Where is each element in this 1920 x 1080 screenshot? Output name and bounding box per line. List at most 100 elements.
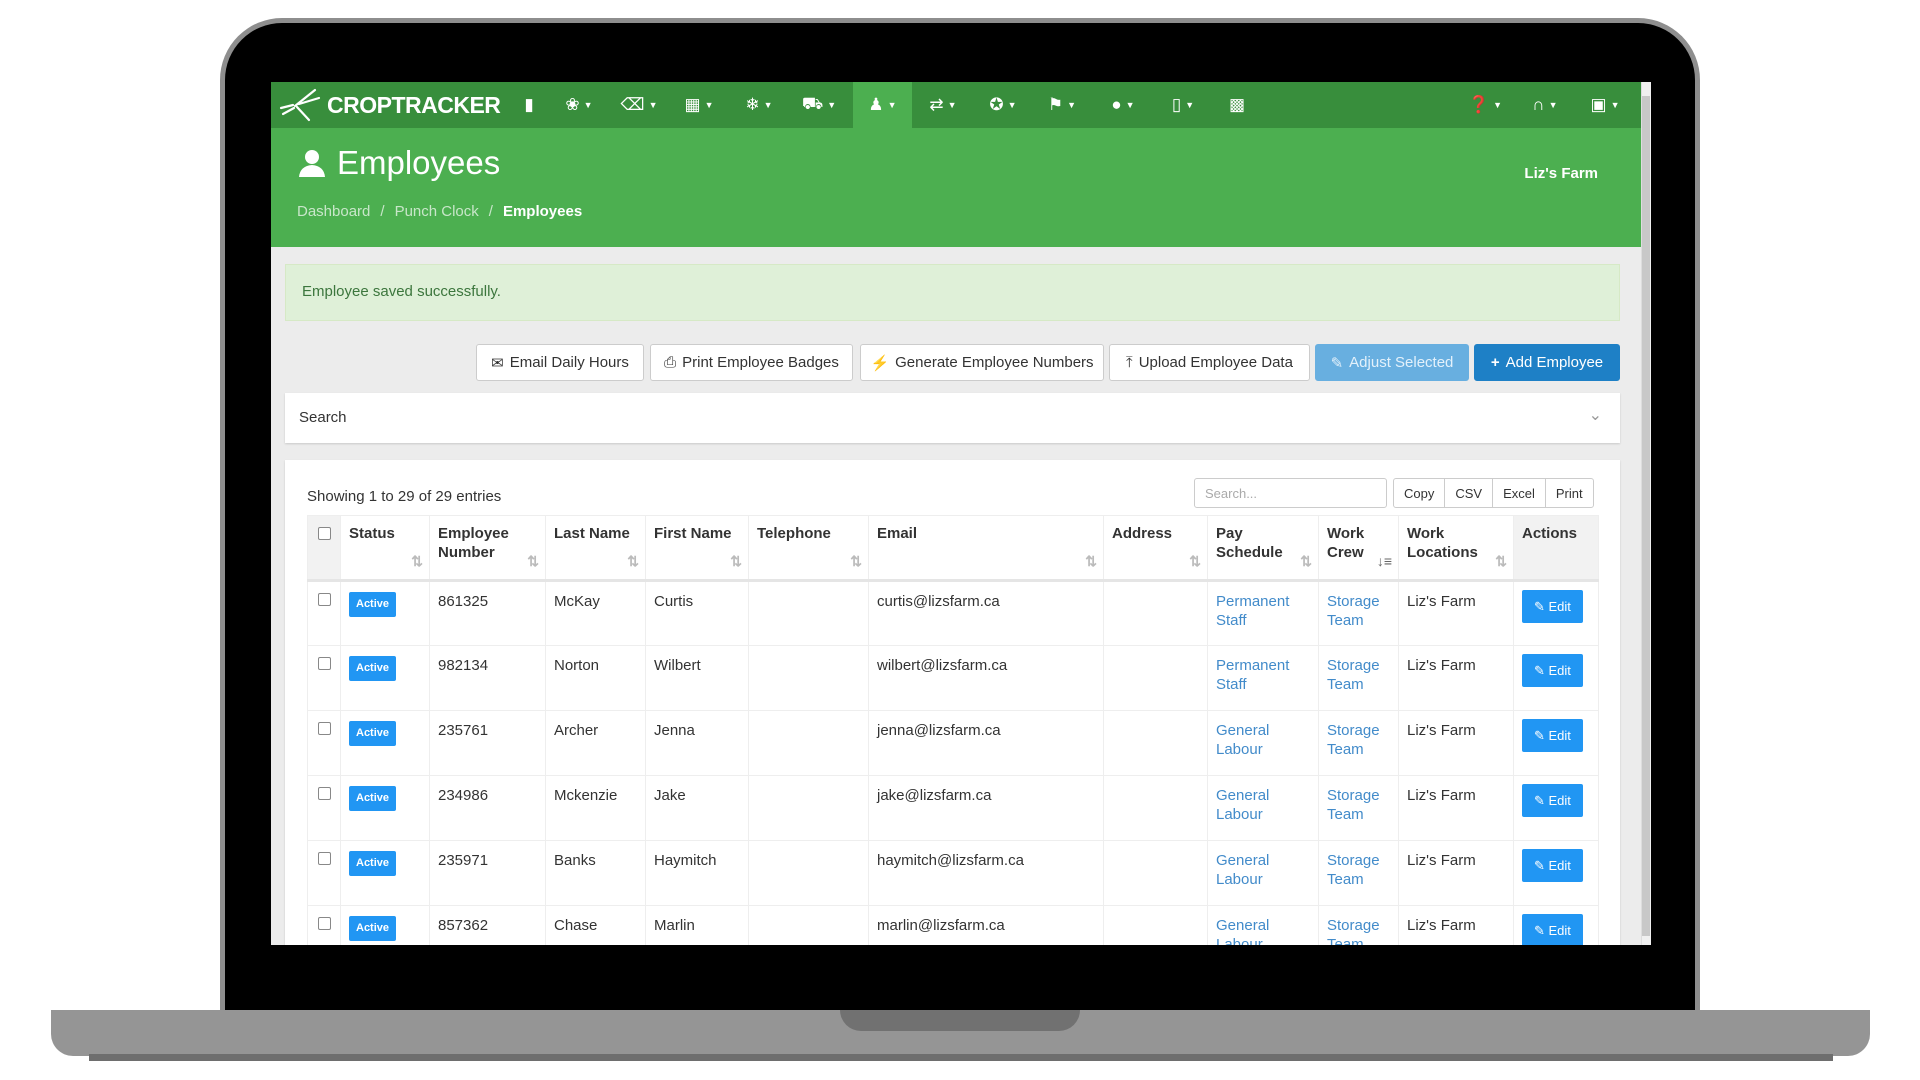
edit-button[interactable]: ✎ Edit: [1522, 849, 1583, 882]
sort-icon[interactable]: ⇅: [1300, 552, 1312, 571]
pay-schedule-link[interactable]: General Labour: [1216, 722, 1269, 758]
status-cell: Active: [340, 710, 430, 776]
row-checkbox[interactable]: [317, 917, 331, 930]
caret-down-icon: ▼: [648, 100, 658, 110]
address-cell: [1103, 645, 1208, 711]
sort-icon[interactable]: ⇅: [730, 552, 742, 571]
column-header-label: First Name: [654, 525, 732, 542]
column-header-work-locations[interactable]: Work Locations ⇅: [1398, 515, 1514, 582]
nav-truck[interactable]: ⛟ ▼: [797, 82, 841, 128]
sort-icon[interactable]: ↓≡: [1377, 552, 1392, 571]
adjust-selected-button[interactable]: ✎ Adjust Selected: [1315, 344, 1469, 381]
email-cell: jake@lizsfarm.ca: [868, 775, 1104, 841]
chevron-down-icon[interactable]: ⌄: [1589, 405, 1602, 425]
nav-support[interactable]: ∩ ▼: [1525, 82, 1565, 128]
edit-button[interactable]: ✎ Edit: [1522, 590, 1583, 623]
row-checkbox[interactable]: [317, 787, 331, 800]
caret-down-icon: ▼: [947, 100, 957, 110]
upload-employee-data-button[interactable]: ⤒ Upload Employee Data: [1109, 344, 1310, 381]
nav-award[interactable]: ✪ ▼: [983, 82, 1023, 128]
column-header-telephone[interactable]: Telephone ⇅: [748, 515, 869, 582]
nav-reports[interactable]: ▩: [1227, 82, 1247, 128]
print-employee-badges-button[interactable]: ⎙ Print Employee Badges: [650, 344, 853, 381]
nav-exchange[interactable]: ⇄ ▼: [923, 82, 963, 128]
column-header-address[interactable]: Address ⇅: [1103, 515, 1208, 582]
add-employee-button[interactable]: + Add Employee: [1474, 344, 1620, 381]
nav-user[interactable]: ♟ ▼: [853, 82, 912, 128]
pay-schedule-link[interactable]: Permanent Staff: [1216, 593, 1289, 629]
work-crew-link[interactable]: Storage Team: [1327, 722, 1380, 758]
row-checkbox[interactable]: [317, 657, 331, 670]
nav-flag[interactable]: ⚑ ▼: [1042, 82, 1082, 128]
nav-leaf[interactable]: ❀ ▼: [559, 82, 599, 128]
page-header: Employees Dashboard / Punch Clock / Employ…: [271, 128, 1641, 247]
nav-help[interactable]: ❓ ▼: [1465, 82, 1505, 128]
generate-employee-numbers-button[interactable]: ⚡ Generate Employee Numbers: [860, 344, 1104, 381]
work-crew-link[interactable]: Storage Team: [1327, 852, 1380, 888]
column-header-actions: Actions: [1513, 515, 1599, 582]
breadcrumb-punch-clock[interactable]: Punch Clock: [395, 203, 479, 220]
edit-icon: ✎: [1534, 793, 1549, 808]
pay-schedule-link[interactable]: General Labour: [1216, 852, 1269, 888]
nav-tree[interactable]: ● ▼: [1103, 82, 1143, 128]
sort-icon[interactable]: ⇅: [1189, 552, 1201, 571]
nav-building[interactable]: ▦ ▼: [679, 82, 719, 128]
column-header-first-name[interactable]: First Name ⇅: [645, 515, 749, 582]
column-header-label: Last Name: [554, 525, 630, 542]
row-checkbox[interactable]: [317, 852, 331, 865]
column-header-work-crew[interactable]: Work Crew ↓≡: [1318, 515, 1399, 582]
dragonfly-icon: [279, 88, 321, 122]
edit-button[interactable]: ✎ Edit: [1522, 719, 1583, 752]
pay-schedule-link[interactable]: Permanent Staff: [1216, 657, 1289, 693]
sort-icon[interactable]: ⇅: [527, 552, 539, 571]
first-name-cell: Jenna: [645, 710, 749, 776]
column-header-email[interactable]: Email ⇅: [868, 515, 1104, 582]
edit-button[interactable]: ✎ Edit: [1522, 914, 1583, 945]
actions-cell: ✎ Edit: [1513, 840, 1599, 906]
work-crew-link[interactable]: Storage Team: [1327, 657, 1380, 693]
page-scrollbar[interactable]: [1641, 82, 1651, 945]
work-crew-link[interactable]: Storage Team: [1327, 917, 1380, 945]
select-all-checkbox[interactable]: [317, 527, 331, 540]
headset-icon: ∩: [1532, 95, 1545, 114]
row-checkbox[interactable]: [317, 593, 331, 606]
breadcrumb-dashboard[interactable]: Dashboard: [297, 203, 370, 220]
sort-icon[interactable]: ⇅: [627, 552, 639, 571]
page-title: Employees: [297, 144, 500, 182]
nav-business[interactable]: ▣ ▼: [1585, 82, 1625, 128]
nav-mobile[interactable]: ▯ ▼: [1163, 82, 1203, 128]
column-header-status[interactable]: Status ⇅: [340, 515, 430, 582]
pay-schedule-link[interactable]: General Labour: [1216, 917, 1269, 945]
first-name-cell: Curtis: [645, 580, 749, 646]
column-header-pay-schedule[interactable]: Pay Schedule ⇅: [1207, 515, 1319, 582]
nav-bookmark[interactable]: ▮: [519, 82, 539, 128]
table-search-input[interactable]: [1194, 478, 1387, 508]
sort-icon[interactable]: ⇅: [411, 552, 423, 571]
nav-snowflake[interactable]: ❄ ▼: [739, 82, 779, 128]
copy-button[interactable]: Copy: [1394, 479, 1444, 507]
brand-logo[interactable]: CROPTRACKER: [279, 82, 501, 128]
edit-button[interactable]: ✎ Edit: [1522, 654, 1583, 687]
work-crew-link[interactable]: Storage Team: [1327, 593, 1380, 629]
column-header-employee-number[interactable]: Employee Number ⇅: [429, 515, 546, 582]
sort-icon[interactable]: ⇅: [850, 552, 862, 571]
search-panel-toggle[interactable]: Search ⌄: [285, 393, 1620, 443]
pay-schedule-link[interactable]: General Labour: [1216, 787, 1269, 823]
work-location-cell: Liz's Farm: [1398, 580, 1514, 646]
print-button[interactable]: Print: [1544, 479, 1593, 507]
caret-down-icon: ▼: [704, 100, 714, 110]
farm-name[interactable]: Liz's Farm: [1524, 165, 1598, 182]
column-header-last-name[interactable]: Last Name ⇅: [545, 515, 646, 582]
sort-icon[interactable]: ⇅: [1085, 552, 1097, 571]
excel-button[interactable]: Excel: [1492, 479, 1545, 507]
nav-basket[interactable]: ⌫ ▼: [619, 82, 659, 128]
email-daily-hours-button[interactable]: ✉ Email Daily Hours: [476, 344, 644, 381]
edit-button[interactable]: ✎ Edit: [1522, 784, 1583, 817]
actions-cell: ✎ Edit: [1513, 905, 1599, 945]
csv-button[interactable]: CSV: [1444, 479, 1492, 507]
sort-icon[interactable]: ⇅: [1495, 552, 1507, 571]
work-crew-cell: Storage Team: [1318, 840, 1399, 906]
row-checkbox[interactable]: [317, 722, 331, 735]
scrollbar-thumb[interactable]: [1642, 96, 1650, 936]
work-crew-link[interactable]: Storage Team: [1327, 787, 1380, 823]
